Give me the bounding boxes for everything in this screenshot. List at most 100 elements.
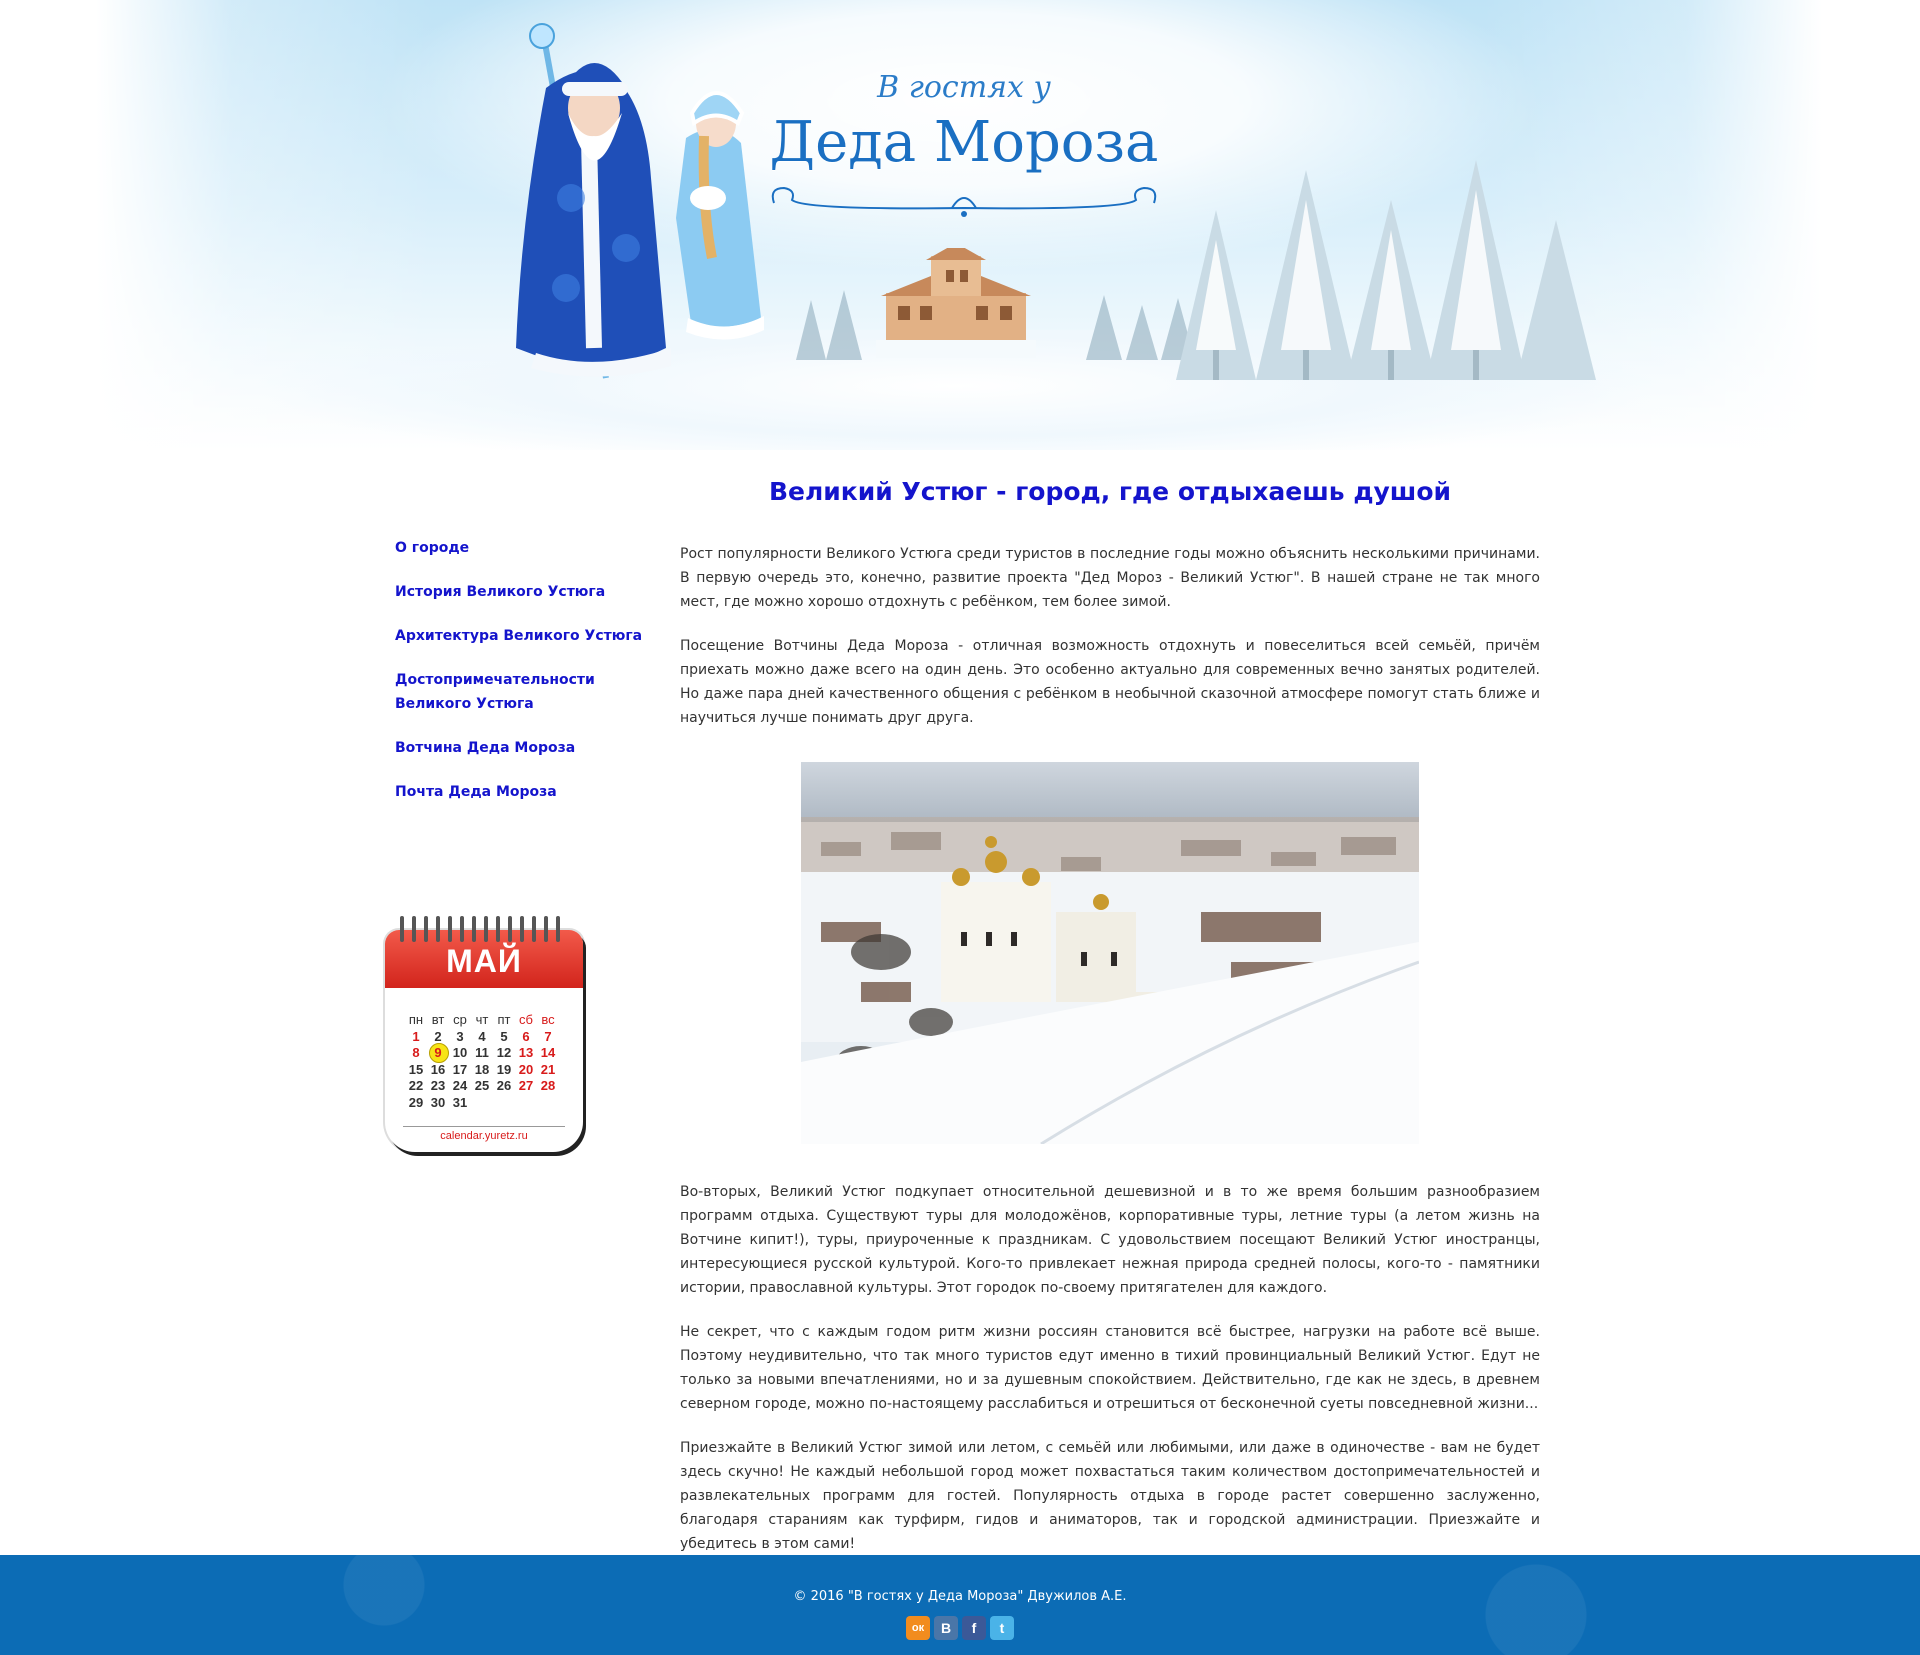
vkontakte-icon[interactable]: В [934, 1616, 958, 1640]
social-links: ок В f t [906, 1616, 1014, 1642]
calendar-day[interactable]: 29 [405, 1095, 427, 1112]
calendar-day[interactable]: 2 [427, 1029, 449, 1046]
weekday-label: сб [519, 1012, 533, 1027]
calendar-day-number: 19 [496, 1061, 512, 1077]
twitter-icon[interactable]: t [990, 1616, 1014, 1640]
weekday-label: чт [475, 1012, 489, 1027]
calendar-day[interactable]: 24 [449, 1078, 471, 1095]
calendar-day[interactable]: 14 [537, 1045, 559, 1062]
calendar-rings [400, 916, 570, 946]
calendar-day[interactable]: 4 [471, 1029, 493, 1046]
calendar-card: МАЙ пн вт ср чт пт сб вс 1 2 3 4 5 6 7 8 9 10 11 12… [385, 930, 583, 1152]
calendar-day-number: 21 [540, 1061, 556, 1077]
calendar-day-number: 23 [430, 1078, 446, 1093]
calendar-day-number: 16 [430, 1061, 446, 1077]
calendar-week-row: 1234567 [405, 1029, 569, 1046]
calendar-day[interactable]: 7 [537, 1029, 559, 1046]
main-content: Великий Устюг - город, где отдыхаешь душ… [680, 470, 1540, 1576]
calendar-day[interactable]: 30 [427, 1095, 449, 1112]
calendar-day-number: 27 [518, 1078, 534, 1093]
calendar-day[interactable]: 17 [449, 1062, 471, 1079]
calendar-day[interactable]: 13 [515, 1045, 537, 1062]
calendar-day[interactable]: 11 [471, 1045, 493, 1062]
logo-title: Деда Мороза [769, 110, 1159, 175]
calendar-day-number: 31 [452, 1094, 468, 1110]
calendar-day[interactable]: 10 [449, 1045, 471, 1062]
sidebar-nav: О городе История Великого Устюга Архитек… [395, 536, 655, 824]
calendar-day-number: 5 [500, 1028, 508, 1044]
calendar-day[interactable]: 18 [471, 1062, 493, 1079]
nav-link-about-city[interactable]: О городе [395, 536, 655, 560]
calendar-day[interactable]: 8 [405, 1045, 427, 1062]
velikiy-ustyug-aerial-photo [801, 762, 1419, 1144]
calendar-day-number: 29 [408, 1094, 424, 1110]
calendar-day-number: 17 [452, 1061, 468, 1077]
calendar-day-number: 9 [434, 1045, 442, 1060]
facebook-icon[interactable]: f [962, 1616, 986, 1640]
article-paragraph: Приезжайте в Великий Устюг зимой или лет… [680, 1440, 1540, 1552]
calendar-day[interactable]: 22 [405, 1078, 427, 1095]
calendar-day [471, 1095, 493, 1112]
calendar-day[interactable]: 28 [537, 1078, 559, 1095]
calendar-day[interactable]: 1 [405, 1029, 427, 1046]
weekday-label: вт [431, 1012, 445, 1027]
nav-link-votchina[interactable]: Вотчина Деда Мороза [395, 736, 655, 760]
nav-link-architecture[interactable]: Архитектура Великого Устюга [395, 624, 655, 648]
footer: © 2016 "В гостях у Деда Мороза" Двужилов… [0, 1555, 1920, 1655]
odnoklassniki-icon[interactable]: ок [906, 1616, 930, 1640]
calendar-day[interactable]: 19 [493, 1062, 515, 1079]
calendar-day[interactable]: 12 [493, 1045, 515, 1062]
calendar-day-number: 7 [544, 1028, 552, 1044]
calendar-day-number: 14 [540, 1045, 556, 1060]
calendar-divider [403, 1126, 565, 1127]
calendar-day-number: 10 [452, 1045, 468, 1060]
calendar-day[interactable]: 20 [515, 1062, 537, 1079]
weekday-label: пт [497, 1012, 511, 1027]
calendar-day[interactable]: 21 [537, 1062, 559, 1079]
calendar-day-number: 22 [408, 1078, 424, 1093]
calendar-day-number: 24 [452, 1078, 468, 1093]
calendar-day-number: 11 [475, 1045, 489, 1060]
calendar-day[interactable]: 5 [493, 1029, 515, 1046]
calendar-day-number: 20 [518, 1061, 534, 1077]
calendar-day[interactable]: 23 [427, 1078, 449, 1095]
calendar-grid: пн вт ср чт пт сб вс 1 2 3 4 5 6 7 8 9 10 11 12 13 14… [405, 1012, 569, 1111]
calendar-day-number: 15 [408, 1061, 424, 1077]
calendar-day[interactable]: 27 [515, 1078, 537, 1095]
calendar-day[interactable]: 15 [405, 1062, 427, 1079]
copyright-text: © 2016 "В гостях у Деда Мороза" Двужилов… [793, 1589, 1127, 1604]
nav-link-post[interactable]: Почта Деда Мороза [395, 780, 655, 804]
calendar-day-number: 13 [518, 1045, 534, 1060]
calendar-day-number: 12 [496, 1045, 512, 1060]
calendar-day[interactable]: 6 [515, 1029, 537, 1046]
calendar-day[interactable]: 16 [427, 1062, 449, 1079]
calendar-widget[interactable]: МАЙ пн вт ср чт пт сб вс 1 2 3 4 5 6 7 8 9 10 11 12… [382, 910, 590, 1155]
calendar-day-number: 26 [496, 1078, 512, 1093]
logo-subtitle: В гостях у [877, 70, 1051, 105]
nav-link-sights[interactable]: Достопримечательности Великого Устюга [395, 668, 655, 716]
header-banner: В гостях у Деда Мороза [96, 0, 1822, 450]
calendar-day-number: 1 [412, 1028, 420, 1044]
site-logo[interactable]: В гостях у Деда Мороза [764, 60, 1164, 217]
article-paragraph: Не секрет, что с каждым годом ритм жизни… [680, 1324, 1540, 1412]
weekday-label: вс [541, 1012, 555, 1027]
calendar-day[interactable]: 31 [449, 1095, 471, 1112]
calendar-weekday-row: пн вт ср чт пт сб вс [405, 1012, 569, 1029]
logo-swirl-ornament [771, 186, 1157, 217]
calendar-day [493, 1095, 515, 1112]
calendar-source-link[interactable]: calendar.yuretz.ru [385, 1130, 583, 1142]
weekday-label: пн [408, 1012, 424, 1027]
calendar-weeks: 1 2 3 4 5 6 7 8 9 10 11 12 13 14 15 16 17 18 19 20 21 22 23 24 2… [405, 1029, 569, 1112]
article-paragraph: Посещение Вотчины Деда Мороза - отличная… [680, 638, 1540, 726]
calendar-day-number: 6 [522, 1028, 530, 1044]
calendar-day[interactable]: 9 [427, 1043, 449, 1063]
calendar-week-row: 8 9 10 11 12 13 14 [405, 1043, 569, 1063]
weekday-label: ср [453, 1012, 467, 1027]
calendar-day-number: 28 [540, 1078, 556, 1093]
calendar-day [515, 1095, 537, 1112]
calendar-day[interactable]: 3 [449, 1029, 471, 1046]
calendar-week-row: 15 16 17 18 19 20 21 [405, 1062, 569, 1079]
nav-link-history[interactable]: История Великого Устюга [395, 580, 655, 604]
calendar-day[interactable]: 26 [493, 1078, 515, 1095]
calendar-day[interactable]: 25 [471, 1078, 493, 1095]
